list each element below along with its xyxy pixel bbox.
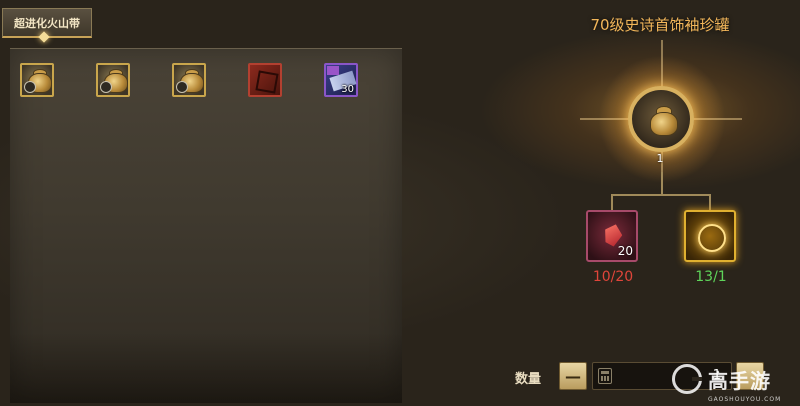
material-slot-rune[interactable]	[684, 210, 736, 262]
region-tab-label: 超进化火山带	[14, 16, 80, 30]
result-item-slot[interactable]	[628, 86, 694, 152]
watermark-subtext: GAOSHOUYOU.COM	[708, 396, 782, 403]
material-slot-crystal[interactable]: 20	[586, 210, 638, 262]
rune-icon	[698, 224, 726, 252]
inventory-slot-map[interactable]	[248, 63, 282, 97]
ring-badge-icon	[176, 81, 188, 93]
connector-right	[709, 194, 711, 210]
role-tag-icon	[327, 66, 339, 75]
watermark: 高手游	[672, 362, 771, 396]
jar-icon	[650, 112, 678, 136]
result-count: 1	[656, 152, 664, 165]
connector-left	[611, 194, 613, 210]
decrease-quantity-button[interactable]: —	[559, 362, 587, 390]
watermark-logo-icon	[672, 364, 702, 394]
connector-bar	[611, 194, 711, 196]
material-qty: 20	[617, 244, 633, 258]
material-requirement-rune: 13/1	[695, 269, 727, 285]
minus-icon: —	[565, 366, 581, 386]
recipe-title: 70级史诗首饰袖珍罐	[590, 16, 730, 34]
inventory-slot-jar-1[interactable]	[20, 63, 54, 97]
quantity-label: 数量	[515, 372, 542, 387]
hammer-badge-icon	[100, 81, 112, 93]
inventory-slot-jar-2[interactable]	[96, 63, 130, 97]
sword-badge-icon	[24, 81, 36, 93]
calculator-icon[interactable]	[598, 368, 612, 384]
material-requirement-crystal: 10/20	[592, 269, 634, 285]
treasure-map-icon	[255, 70, 279, 94]
inventory-slot-jar-3[interactable]	[172, 63, 206, 97]
inventory-panel: 30	[10, 48, 402, 403]
watermark-text: 高手游	[708, 368, 771, 393]
ticket-count: 30	[341, 84, 354, 95]
connector-stem	[661, 172, 663, 194]
inventory-slot-ticket[interactable]: 30	[324, 63, 358, 97]
